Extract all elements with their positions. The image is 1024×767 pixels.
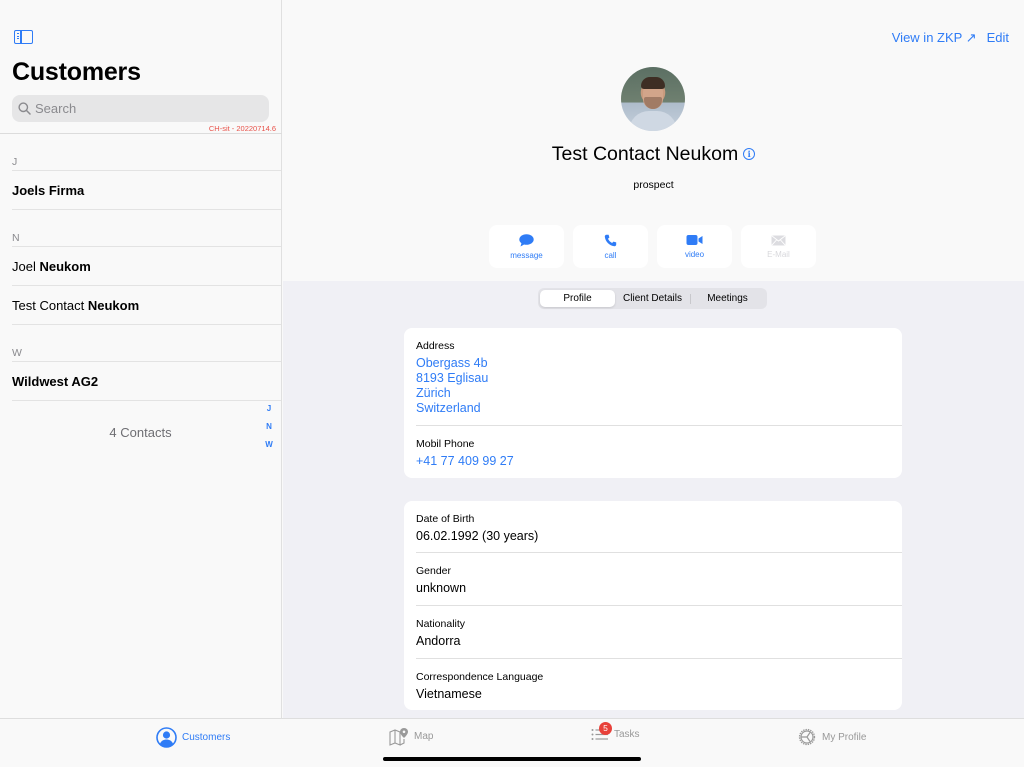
email-button[interactable]: E-Mail bbox=[741, 225, 816, 268]
video-label: video bbox=[684, 250, 705, 259]
index-letter[interactable]: J bbox=[267, 402, 271, 415]
address-line: Zürich bbox=[416, 386, 451, 400]
tab-client-details[interactable]: Client Details bbox=[615, 290, 690, 307]
envelope-icon bbox=[771, 234, 786, 246]
view-in-zkp-link[interactable]: View in ZKP ↗ bbox=[892, 30, 977, 46]
message-bubble-icon bbox=[519, 233, 534, 246]
tab-label: My Profile bbox=[822, 731, 867, 743]
address-line: 8193 Eglisau bbox=[416, 371, 489, 385]
contact-name-row: Test Contact Neukom i bbox=[283, 143, 1024, 166]
mobile-phone-field: Mobil Phone +41 77 409 99 27 bbox=[404, 426, 902, 469]
quick-actions: message call video E-Mail bbox=[489, 225, 816, 268]
contact-row[interactable]: Joel Neukom bbox=[12, 247, 281, 286]
address-line: Switzerland bbox=[416, 401, 481, 415]
video-button[interactable]: video bbox=[657, 225, 732, 268]
address-link[interactable]: Obergass 4b 8193 Eglisau Zürich Switzerl… bbox=[416, 356, 890, 416]
message-button[interactable]: message bbox=[489, 225, 564, 268]
search-input[interactable] bbox=[35, 101, 255, 116]
gender-field: Gender unknown bbox=[404, 553, 902, 605]
call-button[interactable]: call bbox=[573, 225, 648, 268]
gear-icon bbox=[798, 728, 816, 746]
address-field: Address Obergass 4b 8193 Eglisau Zürich … bbox=[404, 328, 902, 425]
nav-actions: View in ZKP ↗ Edit bbox=[892, 30, 1009, 46]
field-label: Correspondence Language bbox=[416, 671, 544, 683]
field-value: Vietnamese bbox=[416, 687, 482, 701]
email-label: E-Mail bbox=[767, 249, 790, 259]
call-label: call bbox=[604, 250, 617, 260]
field-value: Andorra bbox=[416, 634, 461, 648]
sidebar-toggle-icon[interactable] bbox=[14, 30, 33, 44]
contact-last-name: Joels Firma bbox=[12, 182, 85, 198]
tab-profile[interactable]: Profile bbox=[540, 290, 615, 307]
tab-my-profile[interactable]: My Profile bbox=[797, 727, 866, 747]
address-label: Address bbox=[416, 340, 455, 352]
contact-list: J Joels Firma N Joel Neukom Test Contact… bbox=[0, 134, 281, 401]
contact-last-name: Neukom bbox=[87, 297, 140, 313]
profile-segmented-control: Profile Client Details Meetings bbox=[538, 288, 767, 309]
contacts-count: 4 Contacts bbox=[109, 425, 172, 440]
contact-first-name: Test Contact bbox=[12, 297, 88, 313]
edit-button[interactable]: Edit bbox=[987, 30, 1009, 46]
correspondence-language-field: Correspondence Language Vietnamese bbox=[404, 659, 902, 711]
field-value: unknown bbox=[416, 581, 467, 595]
contact-first-name: Joel bbox=[12, 258, 40, 274]
section-header: J bbox=[12, 134, 281, 171]
section-header: W bbox=[12, 325, 281, 362]
personal-info-card: Date of Birth 06.02.1992 (30 years) Gend… bbox=[404, 501, 902, 710]
video-camera-icon bbox=[686, 235, 703, 245]
index-letter[interactable]: W bbox=[265, 438, 273, 451]
contact-row[interactable]: Test Contact Neukom bbox=[12, 286, 281, 325]
avatar bbox=[621, 67, 685, 131]
sidebar: Customers CH-sit - 20220714.6 J Joels Fi… bbox=[0, 0, 282, 718]
mobile-phone-link[interactable]: +41 77 409 99 27 bbox=[416, 454, 890, 469]
contact-status: prospect bbox=[633, 179, 674, 191]
contact-last-name: Neukom bbox=[39, 258, 91, 274]
contact-info-card: Address Obergass 4b 8193 Eglisau Zürich … bbox=[404, 328, 902, 478]
tab-label: Map bbox=[414, 731, 434, 742]
section-header: N bbox=[12, 210, 281, 247]
search-field[interactable] bbox=[12, 95, 269, 122]
contact-last-name: Wildwest AG2 bbox=[12, 373, 99, 389]
build-label: CH-sit - 20220714.6 bbox=[208, 124, 276, 133]
search-icon bbox=[18, 102, 31, 115]
field-label: Nationality bbox=[416, 618, 466, 630]
nationality-field: Nationality Andorra bbox=[404, 606, 902, 658]
info-icon[interactable]: i bbox=[743, 148, 756, 160]
contact-row[interactable]: Joels Firma bbox=[12, 171, 281, 210]
home-indicator[interactable] bbox=[383, 757, 641, 761]
map-pin-icon bbox=[389, 728, 408, 746]
message-label: message bbox=[510, 250, 543, 260]
contact-header: View in ZKP ↗ Edit Test Contact Neukom i … bbox=[283, 0, 1024, 281]
address-line: Obergass 4b bbox=[416, 356, 488, 370]
field-label: Date of Birth bbox=[416, 513, 475, 525]
tab-tasks[interactable]: 5 Tasks bbox=[591, 722, 640, 741]
tab-map[interactable]: Map bbox=[389, 727, 433, 746]
person-circle-icon bbox=[156, 727, 177, 748]
contact-name: Test Contact Neukom bbox=[551, 143, 739, 165]
tab-customers[interactable]: Customers bbox=[156, 727, 230, 748]
tab-meetings[interactable]: Meetings bbox=[690, 290, 765, 307]
tab-label: Tasks bbox=[614, 728, 640, 740]
tasks-badge: 5 bbox=[599, 722, 612, 735]
date-of-birth-field: Date of Birth 06.02.1992 (30 years) bbox=[404, 501, 902, 552]
contact-row[interactable]: Wildwest AG2 bbox=[12, 362, 281, 401]
page-title: Customers bbox=[12, 58, 141, 86]
index-letter[interactable]: N bbox=[266, 420, 272, 433]
field-value: 06.02.1992 (30 years) bbox=[416, 529, 539, 543]
contact-detail: View in ZKP ↗ Edit Test Contact Neukom i … bbox=[283, 0, 1024, 718]
phone-icon bbox=[604, 234, 617, 246]
section-index[interactable]: J N W bbox=[262, 402, 276, 451]
mobile-phone-label: Mobil Phone bbox=[416, 438, 475, 450]
tab-label: Customers bbox=[182, 732, 231, 743]
field-label: Gender bbox=[416, 565, 452, 577]
